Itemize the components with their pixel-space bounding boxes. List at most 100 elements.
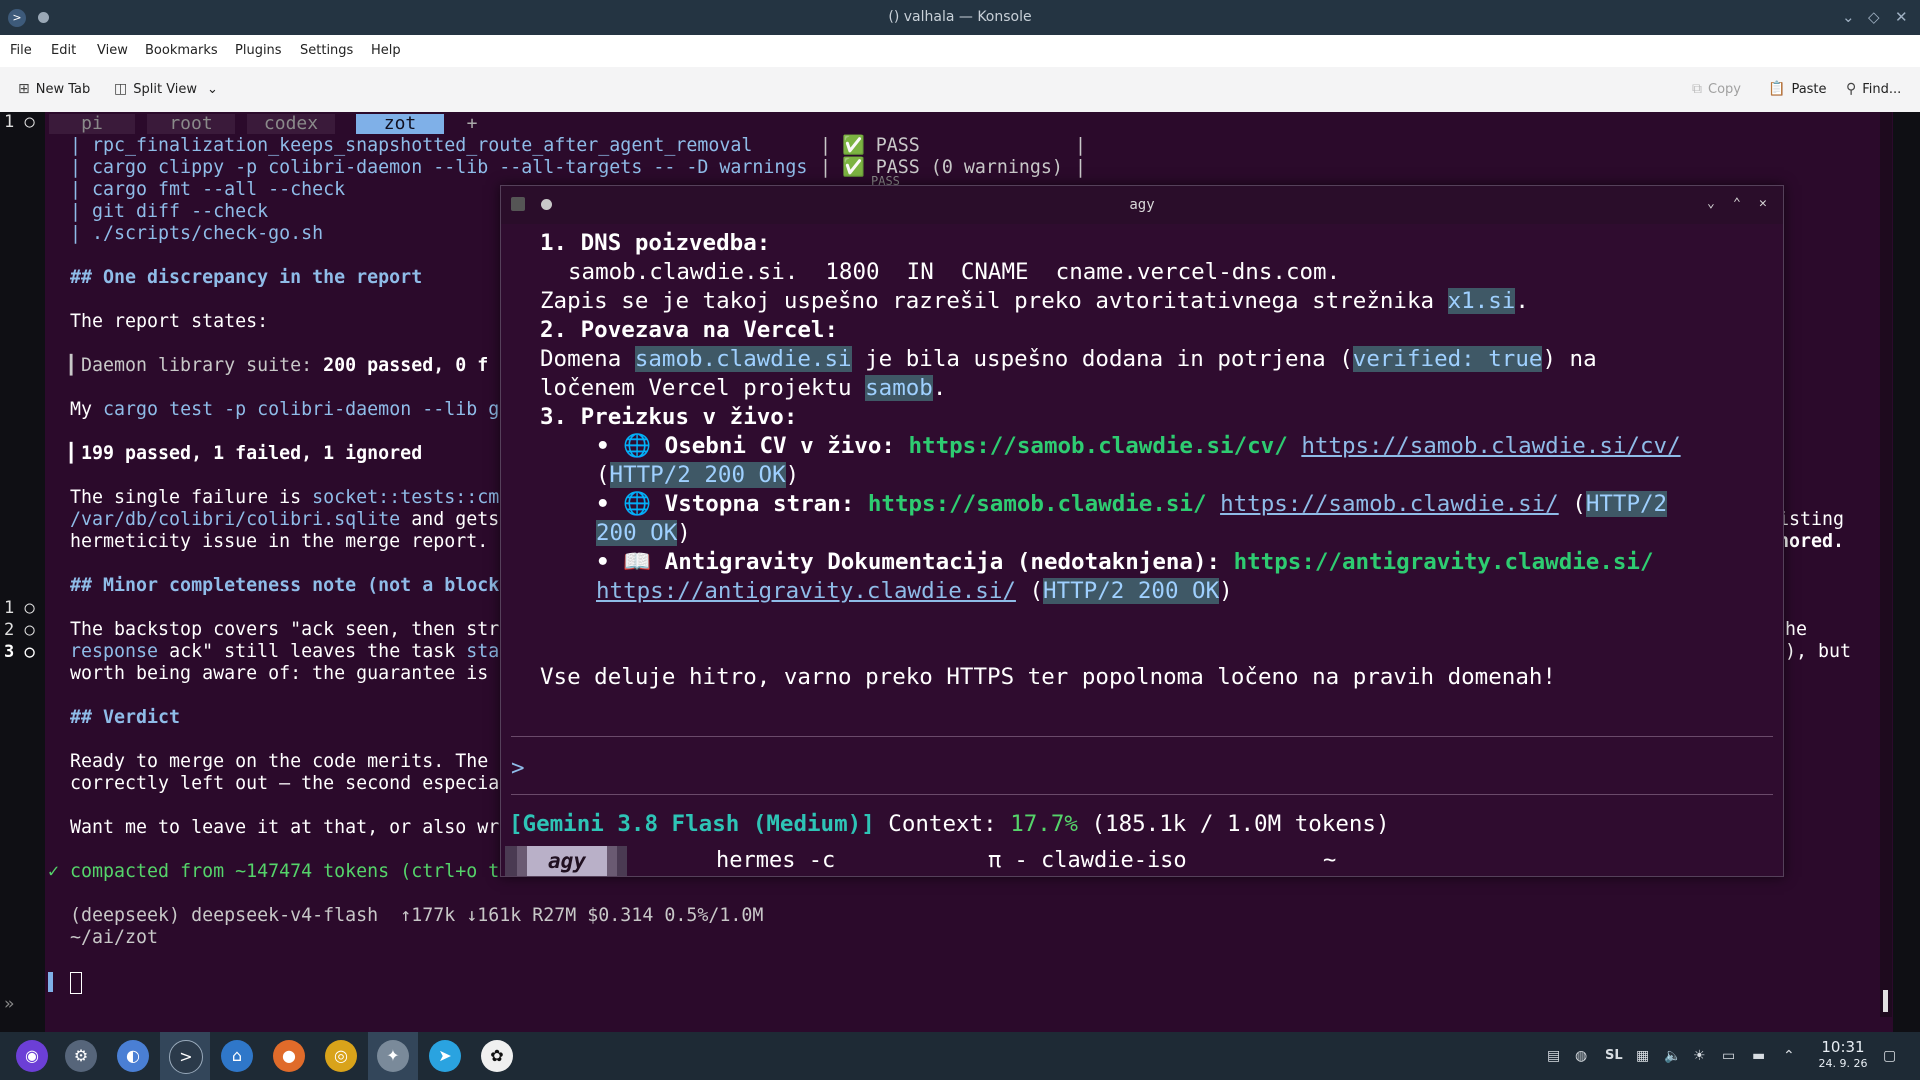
output-line: |	[1075, 157, 1087, 178]
close-icon[interactable]: ✕	[1895, 0, 1908, 35]
link-cv[interactable]: https://samob.clawdie.si/cv/	[1301, 433, 1680, 459]
network-status-icon[interactable]: ◍	[1575, 1032, 1587, 1080]
popup-close-icon[interactable]: ✕	[1759, 196, 1767, 211]
gutter-pane-2[interactable]: 2 ○	[4, 620, 35, 640]
settings-app-icon[interactable]: ⚙	[65, 1040, 97, 1072]
popup-maximize-icon[interactable]: ⌃	[1733, 196, 1741, 211]
tmux-tab-pi[interactable]: pi	[49, 114, 135, 134]
output-line: /var/db/colibri/colibri.sqlite and gets	[70, 509, 500, 530]
app-launcher-icon[interactable]: ◉	[16, 1040, 48, 1072]
paste-button[interactable]: 📋 Paste	[1768, 67, 1827, 112]
bullet-cv-status: (HTTP/2 200 OK)	[596, 462, 800, 488]
output-line: isting	[1778, 509, 1845, 530]
chrome-app-icon[interactable]: ◎	[325, 1040, 357, 1072]
output-line: nored.	[1778, 531, 1845, 552]
input-marker	[48, 972, 53, 992]
firefox-app-icon[interactable]: ●	[273, 1040, 305, 1072]
popup-tab-agy[interactable]: agy	[527, 846, 607, 876]
tmux-gutter: 1 ○ 1 ○ 2 ○ 3 ○ »	[0, 112, 45, 1032]
split-view-button[interactable]: ◫ Split View ⌄	[114, 67, 218, 112]
output-line: | ✅ PASS (0 warnings)	[820, 157, 1063, 178]
heading-completeness: ## Minor completeness note (not a block	[70, 575, 500, 596]
copy-button[interactable]: ⧉ Copy	[1692, 67, 1741, 112]
split-view-icon: ◫	[114, 81, 128, 97]
tmux-add-tab[interactable]: +	[457, 114, 487, 134]
output-line: | ✅ PASS	[820, 135, 920, 156]
menu-help[interactable]: Help	[371, 35, 401, 67]
keyboard-layout-indicator[interactable]: SL	[1605, 1032, 1623, 1080]
agy-popup-window[interactable]: agy ⌄ ⌃ ✕ 1. DNS poizvedba: samob.clawdi…	[500, 185, 1784, 877]
gutter-pane-3[interactable]: 3 ○	[4, 642, 35, 662]
cursor[interactable]	[70, 972, 82, 994]
scrollbar-thumb[interactable]	[1883, 990, 1888, 1012]
link-docs[interactable]: https://antigravity.clawdie.si/	[596, 578, 1016, 604]
cwd-line: ~/ai/zot	[70, 927, 159, 948]
dolphin-app-icon[interactable]: ⌂	[221, 1040, 253, 1072]
menu-view[interactable]: View	[97, 35, 128, 67]
tmux-tab-line: pi root codex zot +	[45, 112, 1875, 134]
output-line: | cargo clippy -p colibri-daemon --lib -…	[70, 157, 808, 178]
dns-text: Zapis se je takoj uspešno razrešil preko…	[540, 288, 1529, 314]
context-status: [Gemini 3.8 Flash (Medium)] Context: 17.…	[509, 811, 1390, 837]
prompt-indicator[interactable]: >	[511, 754, 525, 783]
menu-plugins[interactable]: Plugins	[235, 35, 282, 67]
telegram-app-icon[interactable]: ➤	[429, 1040, 461, 1072]
brightness-icon[interactable]: ☀	[1693, 1032, 1706, 1080]
tmux-tab-root[interactable]: root	[147, 114, 235, 134]
heading-discrepancy: ## One discrepancy in the report	[70, 267, 423, 288]
heading-verdict: ## Verdict	[70, 707, 181, 728]
display-icon[interactable]: ▭	[1722, 1032, 1735, 1080]
popup-tab-hermes[interactable]: hermes -c	[716, 846, 876, 876]
konsole-task-icon[interactable]: >	[169, 1040, 203, 1074]
clock[interactable]: 10:31 24. 9. 26	[1813, 1038, 1873, 1072]
vercel-text-2: ločenem Vercel projektu samob.	[540, 375, 947, 401]
battery-icon[interactable]: ▬	[1752, 1032, 1765, 1080]
output-line: |	[1075, 135, 1087, 156]
window-title: () valhala — Konsole	[888, 9, 1032, 25]
volume-icon[interactable]: 🔈	[1664, 1032, 1681, 1080]
chatgpt-app-icon[interactable]: ✿	[481, 1040, 513, 1072]
scrollbar[interactable]	[1880, 112, 1892, 1017]
section-vercel-heading: 2. Povezava na Vercel:	[540, 317, 839, 343]
menu-edit[interactable]: Edit	[51, 35, 76, 67]
dns-record: samob.clawdie.si. 1800 IN CNAME cname.ve…	[568, 259, 1341, 285]
output-line: ), but	[1785, 641, 1852, 662]
bullet-cv: • 🌐 Osebni CV v živo: https://samob.claw…	[596, 433, 1681, 459]
tmux-tab-zot[interactable]: zot	[356, 114, 444, 134]
chevron-down-icon[interactable]: ⌄	[207, 82, 218, 97]
tray-expand-icon[interactable]: ⌃	[1783, 1032, 1795, 1080]
popup-minimize-icon[interactable]: ⌄	[1707, 196, 1715, 211]
clock-date: 24. 9. 26	[1818, 1057, 1868, 1070]
taskbar: ◉ ⚙ ◐ > ⌂ ● ◎ ✦ ➤ ✿ ▤ ◍ SL ▦ 🔈 ☀ ▭ ▬ ⌃ 1…	[0, 1032, 1920, 1080]
menu-settings[interactable]: Settings	[300, 35, 353, 67]
tmux-tab-codex[interactable]: codex	[247, 114, 335, 134]
maximize-icon[interactable]: ◇	[1868, 0, 1880, 35]
menu-bar: File Edit View Bookmarks Plugins Setting…	[0, 35, 1920, 67]
output-line: correctly left out — the second especia	[70, 773, 500, 794]
menu-file[interactable]: File	[10, 35, 32, 67]
quote-line: ▎199 passed, 1 failed, 1 ignored	[70, 443, 423, 464]
bullet-docs: • 📖 Antigravity Dokumentacija (nedotaknj…	[596, 549, 1654, 575]
popup-tab-clawdie-iso[interactable]: π - clawdie-iso	[988, 846, 1218, 876]
output-line: The report states:	[70, 311, 269, 332]
model-status-line: (deepseek) deepseek-v4-flash ↑177k ↓161k…	[70, 905, 764, 926]
new-tab-button[interactable]: ⊞ New Tab	[18, 67, 90, 112]
find-button[interactable]: ⚲ Find...	[1846, 67, 1901, 112]
notifications-icon[interactable]: ▤	[1547, 1032, 1560, 1080]
discover-app-icon[interactable]: ◐	[117, 1040, 149, 1072]
menu-bookmarks[interactable]: Bookmarks	[145, 35, 218, 67]
minimize-icon[interactable]: ⌄	[1842, 0, 1855, 35]
new-tab-icon: ⊞	[18, 81, 30, 97]
popup-tab-home[interactable]: ~	[1323, 846, 1353, 876]
search-icon: ⚲	[1846, 81, 1857, 97]
output-line: | git diff --check	[70, 201, 269, 222]
link-landing[interactable]: https://samob.clawdie.si/	[1220, 491, 1559, 517]
section-live-heading: 3. Preizkus v živo:	[540, 404, 798, 430]
show-desktop-icon[interactable]: ▢	[1883, 1032, 1896, 1080]
bullet-landing-status: 200 OK)	[596, 520, 691, 546]
input-separator-top	[511, 736, 1773, 737]
popup-title: agy	[1129, 197, 1155, 213]
system-monitor-icon[interactable]: ✦	[377, 1040, 409, 1072]
clipboard-icon[interactable]: ▦	[1636, 1032, 1649, 1080]
gutter-pane-1[interactable]: 1 ○	[4, 598, 35, 618]
